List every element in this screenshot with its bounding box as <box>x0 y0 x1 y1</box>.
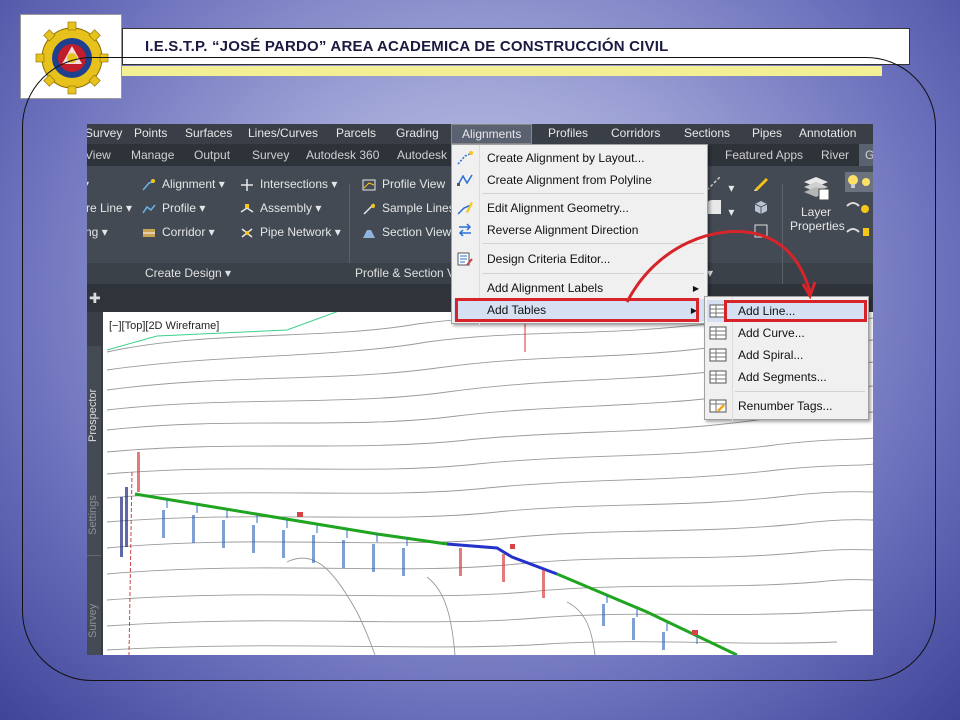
civil3d-window: Survey Points Surfaces Lines/Curves Parc… <box>87 124 873 655</box>
annotation-arrow <box>625 230 817 303</box>
